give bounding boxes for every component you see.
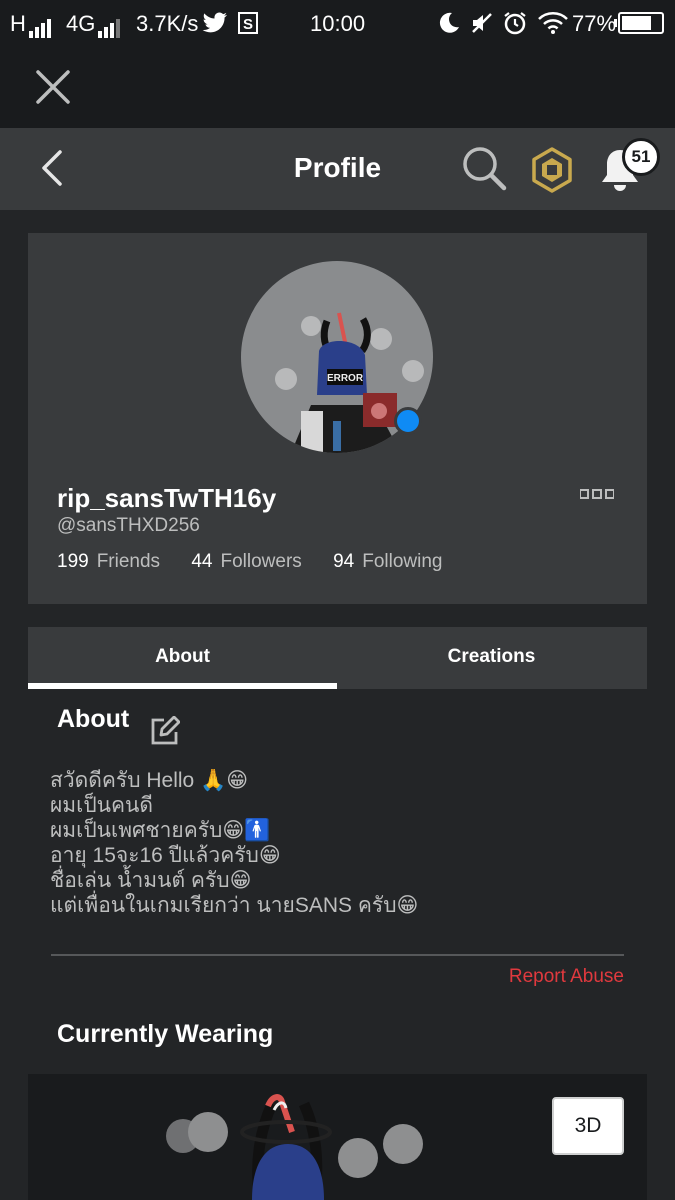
profile-tabs: About Creations <box>28 627 647 689</box>
profile-header: Profile <box>0 128 675 210</box>
tab-about[interactable]: About <box>28 627 337 689</box>
followers-label: Followers <box>220 551 302 572</box>
twitter-icon <box>202 12 227 33</box>
3d-view-toggle-button[interactable]: 3D <box>552 1097 624 1155</box>
mute-icon <box>472 13 492 33</box>
following-count: 94 <box>333 551 355 572</box>
network-speed: 3.7K/s <box>136 11 199 36</box>
network-type-right: 4G <box>66 11 96 36</box>
display-name: rip_sansTwTH16y <box>57 483 277 513</box>
s-app-icon: S <box>238 12 258 34</box>
about-line: ชื่อเล่น น้ำมนต์ ครับ😁 <box>50 869 252 892</box>
following-stat[interactable]: 94 Following <box>333 551 442 572</box>
following-label: Following <box>362 551 443 572</box>
moon-icon <box>439 12 459 33</box>
clock: 10:00 <box>310 11 366 36</box>
close-bar <box>0 48 675 128</box>
friends-label: Friends <box>96 551 161 572</box>
network-type-left: H <box>10 11 26 36</box>
about-heading: About <box>57 705 130 733</box>
followers-count: 44 <box>191 551 213 572</box>
search-icon[interactable] <box>460 144 508 192</box>
currently-wearing-heading: Currently Wearing <box>57 1020 274 1048</box>
status-bar: H 4G 3.7K/s S 10:00 77% <box>0 0 675 48</box>
followers-stat[interactable]: 44 Followers <box>191 551 301 572</box>
close-icon[interactable] <box>34 68 72 106</box>
robux-icon[interactable] <box>528 146 576 194</box>
avatar-error-text: ERROR <box>327 373 364 384</box>
more-options-icon[interactable] <box>580 489 614 499</box>
tab-creations[interactable]: Creations <box>337 627 646 689</box>
report-abuse-link[interactable]: Report Abuse <box>380 966 624 988</box>
svg-text:S: S <box>243 16 253 33</box>
signal-icon <box>29 12 53 38</box>
divider <box>51 954 624 956</box>
about-line: สวัดดีครับ Hello 🙏😁 <box>50 769 249 792</box>
battery-icon <box>614 12 664 34</box>
battery-percent: 77% <box>572 11 617 36</box>
about-line: ผมเป็นคนดี <box>50 794 154 817</box>
notification-badge: 51 <box>622 138 660 176</box>
username: @sansTHXD256 <box>57 515 200 536</box>
about-line: ผมเป็นเพศชายครับ😁🚹 <box>50 819 271 842</box>
wifi-icon <box>538 12 568 34</box>
about-description: สวัดดีครับ Hello 🙏😁 ผมเป็นคนดี ผมเป็นเพศ… <box>50 768 630 918</box>
friends-stat[interactable]: 199 Friends <box>57 551 160 572</box>
profile-stats: 199 Friends 44 Followers 94 Following <box>57 551 468 573</box>
online-status-dot <box>394 407 422 435</box>
about-line: แต่เพื่อนในเกมเรียกว่า นายSANS ครับ😁 <box>50 894 419 917</box>
signal-icon <box>98 12 122 38</box>
profile-card: ERROR rip_sansTwTH16y @sansTHXD256 199 Fr… <box>28 233 647 604</box>
edit-icon[interactable] <box>150 716 180 746</box>
friends-count: 199 <box>57 551 89 572</box>
alarm-icon <box>504 12 526 35</box>
about-line: อายุ 15จะ16 ปีแล้วครับ😁 <box>50 844 281 867</box>
